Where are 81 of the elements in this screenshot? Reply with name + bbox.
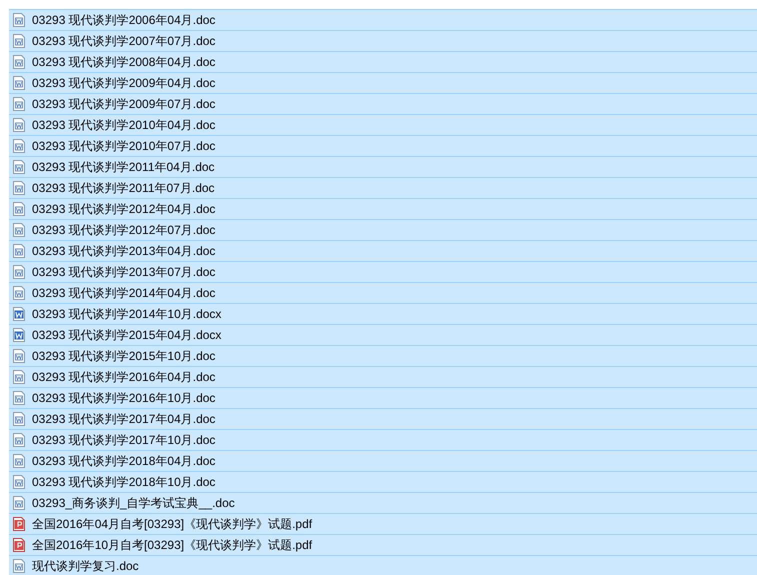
file-name: 03293 现代谈判学2015年04月.docx — [32, 327, 222, 343]
document-icon — [13, 244, 25, 258]
document-icon — [13, 559, 25, 573]
file-name: 03293 现代谈判学2009年07月.doc — [32, 96, 216, 112]
document-icon — [13, 433, 25, 447]
document-icon — [13, 328, 25, 342]
file-name: 03293 现代谈判学2015年10月.doc — [32, 348, 216, 364]
file-name: 03293 现代谈判学2011年07月.doc — [32, 180, 215, 196]
file-name: 03293 现代谈判学2013年04月.doc — [32, 243, 216, 259]
file-name: 03293 现代谈判学2013年07月.doc — [32, 264, 216, 280]
file-row[interactable]: 03293 现代谈判学2009年07月.doc — [9, 93, 757, 114]
document-icon — [13, 412, 25, 426]
file-row[interactable]: 03293_商务谈判_自学考试宝典__.doc — [9, 492, 757, 513]
document-icon — [13, 76, 25, 90]
file-name: 03293 现代谈判学2016年10月.doc — [32, 390, 216, 406]
file-row[interactable]: 03293 现代谈判学2010年07月.doc — [9, 135, 757, 156]
file-name: 03293 现代谈判学2018年10月.doc — [32, 474, 216, 490]
file-name: 全国2016年10月自考[03293]《现代谈判学》试题.pdf — [32, 537, 312, 553]
document-icon — [13, 55, 25, 69]
pdf-icon — [13, 538, 25, 552]
pdf-icon — [13, 517, 25, 531]
file-row[interactable]: 03293 现代谈判学2018年10月.doc — [9, 471, 757, 492]
document-icon — [13, 118, 25, 132]
file-name: 03293 现代谈判学2010年07月.doc — [32, 138, 216, 154]
file-name: 03293 现代谈判学2006年04月.doc — [32, 12, 216, 28]
document-icon — [13, 223, 25, 237]
document-icon — [13, 496, 25, 510]
file-name: 现代谈判学复习.doc — [32, 558, 139, 574]
document-icon — [13, 139, 25, 153]
file-row[interactable]: 03293 现代谈判学2012年04月.doc — [9, 198, 757, 219]
file-row[interactable]: 03293 现代谈判学2017年10月.doc — [9, 429, 757, 450]
document-icon — [13, 34, 25, 48]
file-name: 03293_商务谈判_自学考试宝典__.doc — [32, 495, 235, 511]
file-name: 03293 现代谈判学2010年04月.doc — [32, 117, 216, 133]
document-icon — [13, 265, 25, 279]
document-icon — [13, 181, 25, 195]
file-name: 03293 现代谈判学2017年04月.doc — [32, 411, 216, 427]
file-row[interactable]: 03293 现代谈判学2013年04月.doc — [9, 240, 757, 261]
file-row[interactable]: 03293 现代谈判学2018年04月.doc — [9, 450, 757, 471]
file-row[interactable]: 03293 现代谈判学2011年07月.doc — [9, 177, 757, 198]
file-name: 03293 现代谈判学2009年04月.doc — [32, 75, 216, 91]
file-row[interactable]: 03293 现代谈判学2014年10月.docx — [9, 303, 757, 324]
document-icon — [13, 391, 25, 405]
file-row[interactable]: 现代谈判学复习.doc — [9, 555, 757, 575]
file-row[interactable]: 03293 现代谈判学2010年04月.doc — [9, 114, 757, 135]
file-name: 03293 现代谈判学2007年07月.doc — [32, 33, 216, 49]
document-icon — [13, 202, 25, 216]
file-row[interactable]: 03293 现代谈判学2009年04月.doc — [9, 72, 757, 93]
file-name: 03293 现代谈判学2014年10月.docx — [32, 306, 222, 322]
file-row[interactable]: 03293 现代谈判学2011年04月.doc — [9, 156, 757, 177]
file-row[interactable]: 03293 现代谈判学2015年10月.doc — [9, 345, 757, 366]
file-row[interactable]: 03293 现代谈判学2013年07月.doc — [9, 261, 757, 282]
document-icon — [13, 307, 25, 321]
file-name: 03293 现代谈判学2012年07月.doc — [32, 222, 216, 238]
file-row[interactable]: 03293 现代谈判学2016年04月.doc — [9, 366, 757, 387]
file-row[interactable]: 03293 现代谈判学2017年04月.doc — [9, 408, 757, 429]
file-row[interactable]: 03293 现代谈判学2008年04月.doc — [9, 51, 757, 72]
file-row[interactable]: 03293 现代谈判学2015年04月.docx — [9, 324, 757, 345]
document-icon — [13, 349, 25, 363]
file-row[interactable]: 全国2016年10月自考[03293]《现代谈判学》试题.pdf — [9, 534, 757, 555]
file-row[interactable]: 03293 现代谈判学2012年07月.doc — [9, 219, 757, 240]
document-icon — [13, 160, 25, 174]
file-row[interactable]: 全国2016年04月自考[03293]《现代谈判学》试题.pdf — [9, 513, 757, 534]
document-icon — [13, 13, 25, 27]
file-row[interactable]: 03293 现代谈判学2016年10月.doc — [9, 387, 757, 408]
document-icon — [13, 454, 25, 468]
document-icon — [13, 370, 25, 384]
file-name: 全国2016年04月自考[03293]《现代谈判学》试题.pdf — [32, 516, 312, 532]
file-row[interactable]: 03293 现代谈判学2014年04月.doc — [9, 282, 757, 303]
file-row[interactable]: 03293 现代谈判学2006年04月.doc — [9, 9, 757, 30]
document-icon — [13, 475, 25, 489]
file-row[interactable]: 03293 现代谈判学2007年07月.doc — [9, 30, 757, 51]
file-name: 03293 现代谈判学2016年04月.doc — [32, 369, 216, 385]
file-name: 03293 现代谈判学2011年04月.doc — [32, 159, 215, 175]
file-name: 03293 现代谈判学2017年10月.doc — [32, 432, 216, 448]
file-name: 03293 现代谈判学2008年04月.doc — [32, 54, 216, 70]
document-icon — [13, 97, 25, 111]
document-icon — [13, 286, 25, 300]
file-name: 03293 现代谈判学2018年04月.doc — [32, 453, 216, 469]
file-name: 03293 现代谈判学2012年04月.doc — [32, 201, 216, 217]
file-name: 03293 现代谈判学2014年04月.doc — [32, 285, 216, 301]
